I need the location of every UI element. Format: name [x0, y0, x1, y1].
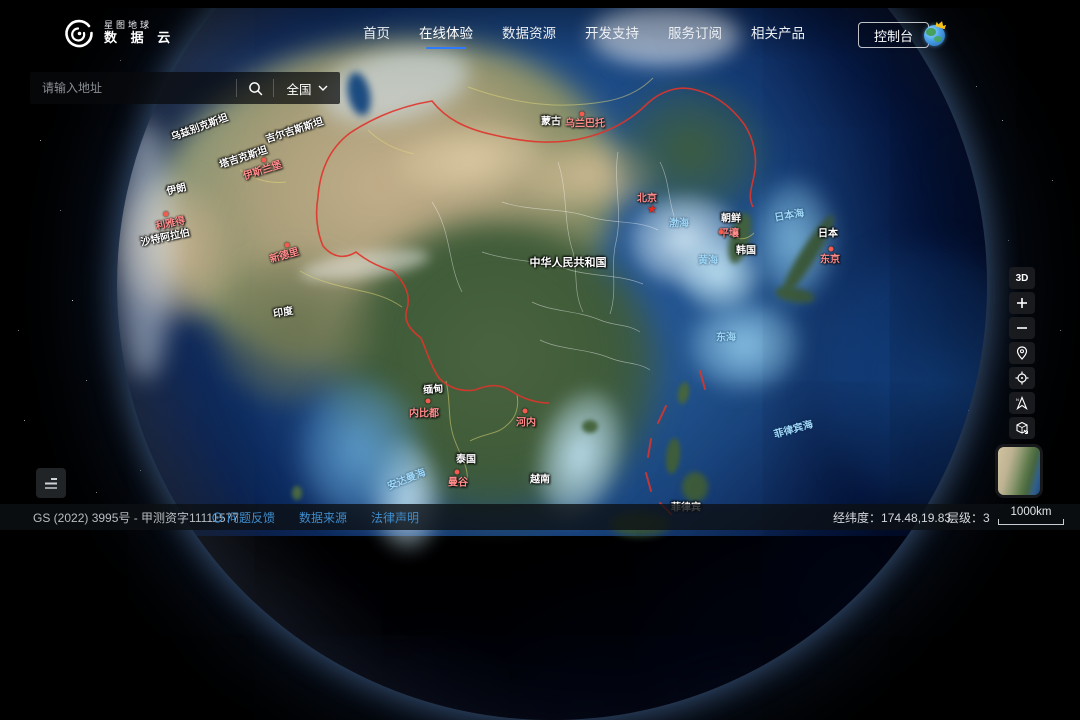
coordinates-readout: 经纬度：174.48,19.83	[833, 509, 951, 526]
region-selector[interactable]: 全国	[274, 72, 340, 104]
region-selected-value: 全国	[286, 79, 311, 98]
search-button[interactable]	[237, 72, 273, 104]
level-label: 层级：	[947, 511, 983, 525]
location-pin-button[interactable]	[1009, 342, 1035, 364]
main-nav: 首页在线体验数据资源开发支持服务订阅相关产品	[362, 20, 806, 49]
scene-reset-button[interactable]	[1009, 417, 1035, 439]
logo-icon	[62, 16, 96, 50]
top-navigation-bar: 星图地球 数 据 云 首页在线体验数据资源开发支持服务订阅相关产品 控制台	[0, 8, 1080, 60]
scale-value: 1000km	[998, 506, 1064, 519]
zoom-level-readout: 层级：3	[947, 509, 990, 526]
nav-item-data-resources[interactable]: 数据资源	[501, 20, 557, 49]
list-icon	[43, 476, 59, 490]
svg-text:N: N	[1016, 397, 1019, 402]
nav-item-service-subscription[interactable]: 服务订阅	[667, 20, 723, 49]
coords-label: 经纬度：	[833, 511, 881, 525]
nav-item-online-experience[interactable]: 在线体验	[418, 20, 474, 49]
scale-bracket	[998, 519, 1064, 525]
mascot-land	[926, 28, 936, 36]
view-3d-button[interactable]: 3D	[1009, 267, 1035, 289]
zoom-in-button[interactable]	[1009, 292, 1035, 314]
coords-value: 174.48,19.83	[881, 511, 951, 525]
level-value: 3	[983, 511, 990, 525]
console-button[interactable]: 控制台	[858, 22, 929, 48]
legend-layers-button[interactable]	[36, 468, 66, 498]
zoom-out-button[interactable]	[1009, 317, 1035, 339]
footer-link-data-source[interactable]: 数据来源	[299, 509, 347, 526]
search-bar: 全国	[30, 72, 340, 104]
status-bar: GS (2022) 3995号 - 甲测资字11111577 问题反馈 数据来源 法…	[0, 504, 1080, 530]
footer-link-legal[interactable]: 法律声明	[371, 509, 419, 526]
chevron-down-icon	[318, 85, 328, 91]
license-text: GS (2022) 3995号 - 甲测资字11111577	[33, 509, 239, 526]
locate-button[interactable]	[1009, 367, 1035, 389]
nav-item-home[interactable]: 首页	[362, 20, 391, 49]
footer-link-feedback[interactable]: 问题反馈	[212, 509, 275, 526]
mascot-land2	[934, 36, 942, 42]
search-input[interactable]	[30, 72, 236, 104]
brand-logo[interactable]: 星图地球 数 据 云	[62, 16, 175, 50]
footer-links: 问题反馈 数据来源 法律声明	[212, 509, 419, 526]
earth-mascot-icon[interactable]	[924, 22, 948, 46]
feedback-icon	[212, 512, 223, 523]
nav-item-dev-support[interactable]: 开发支持	[584, 20, 640, 49]
brand-line2: 数 据 云	[104, 31, 175, 46]
search-icon	[248, 81, 263, 96]
scale-bar: 1000km	[998, 506, 1064, 525]
minimap-thumbnail	[998, 447, 1040, 495]
compass-north-button[interactable]: N	[1009, 392, 1035, 414]
top-letterbox	[0, 0, 1080, 8]
nav-item-related-products[interactable]: 相关产品	[750, 20, 806, 49]
map-toolbar: 3D N	[1009, 267, 1035, 439]
minimap[interactable]	[995, 444, 1043, 498]
